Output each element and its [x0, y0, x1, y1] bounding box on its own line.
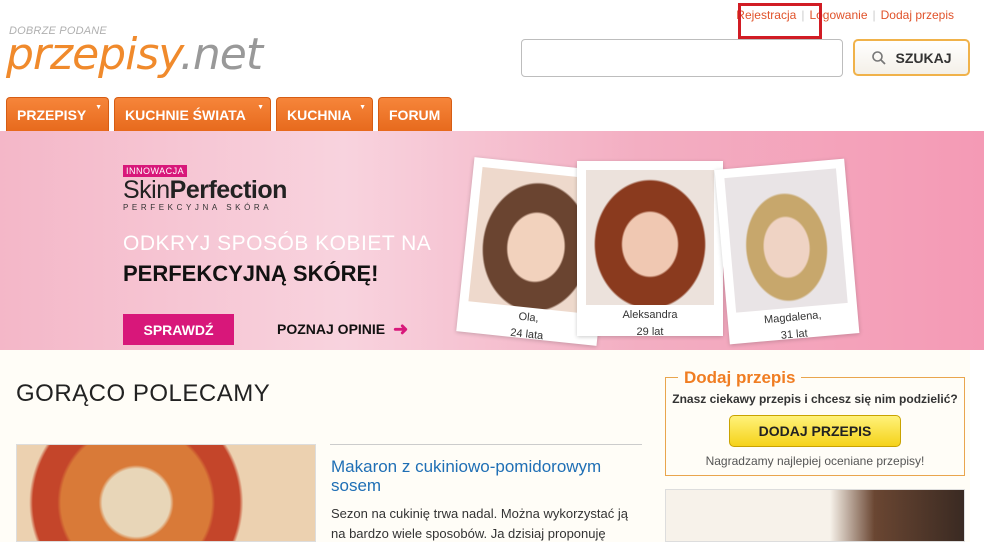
person-age: 29 lat [636, 326, 664, 338]
nav-tab-label: KUCHNIE ŚWIATA [125, 106, 246, 123]
brand-name-a: Skin [123, 176, 170, 204]
dropdown-caret-icon: ▼ [95, 104, 102, 111]
search-input[interactable] [521, 39, 843, 77]
search-button[interactable]: SZUKAJ [853, 39, 970, 76]
see-opinions-label: POZNAJ OPINIE [277, 321, 386, 337]
search-icon [872, 50, 887, 65]
search-button-label: SZUKAJ [895, 49, 952, 66]
site-header: DOBRZE PODANE przepisy.net Rejestracja |… [0, 0, 976, 131]
site-logo[interactable]: przepisy.net [6, 29, 263, 80]
person-name: Aleksandra [622, 309, 678, 321]
nav-tab-label: PRZEPISY [17, 106, 87, 123]
see-opinions-link[interactable]: POZNAJ OPINIE ➜ [277, 319, 409, 339]
check-button[interactable]: SPRAWDŹ [123, 314, 234, 345]
main-nav: PRZEPISY ▼ KUCHNIE ŚWIATA ▼ KUCHNIA ▼ FORUM [6, 97, 452, 131]
ad-banner[interactable]: INNOWACJA SkinPerfection PERFEKCYJNA SKÓ… [0, 131, 984, 350]
nav-tab-kuchnia[interactable]: KUCHNIA ▼ [276, 97, 373, 131]
brand-name-b: Perfection [169, 176, 288, 204]
add-recipe-question: Znasz ciekawy przepis i chcesz się nim p… [672, 392, 958, 406]
divider [330, 444, 642, 445]
dropdown-caret-icon: ▼ [359, 104, 366, 111]
portrait-image [586, 170, 714, 305]
banner-headline-2: PERFEKCYJNĄ SKÓRĘ! [123, 261, 379, 286]
add-recipe-note: Nagradzamy najlepiej oceniane przepisy! [705, 454, 925, 468]
recipe-excerpt: Sezon na cukinię trwa nadal. Można wykor… [331, 506, 628, 541]
nav-tab-label: KUCHNIA [287, 106, 352, 123]
dropdown-caret-icon: ▼ [257, 104, 264, 111]
recipe-title-link[interactable]: Makaron z cukiniowo-pomidorowym sosem [331, 457, 631, 495]
add-recipe-link[interactable]: Dodaj przepis [876, 8, 959, 22]
person-photo: Aleksandra 29 lat [577, 161, 723, 338]
nav-tab-przepisy[interactable]: PRZEPISY ▼ [6, 97, 109, 131]
page: DOBRZE PODANE przepisy.net Rejestracja |… [0, 0, 984, 542]
arrow-right-icon: ➜ [393, 319, 409, 339]
sidebar-promo-image[interactable] [665, 489, 965, 542]
add-recipe-button[interactable]: DODAJ PRZEPIS [729, 415, 901, 447]
nav-tab-label: FORUM [389, 106, 441, 123]
add-recipe-box: Dodaj przepis Znasz ciekawy przepis i ch… [665, 368, 965, 476]
logo-ext: .net [179, 29, 263, 80]
person-photo: Magdalena, 31 lat [714, 158, 860, 345]
highlight-box [738, 3, 822, 39]
recipe-thumbnail[interactable] [16, 444, 316, 542]
brand-name: SkinPerfection [123, 176, 287, 205]
main-content: GORĄCO POLECAMY Makaron z cukiniowo-pomi… [0, 350, 970, 542]
portrait-image [724, 168, 848, 313]
nav-tab-kuchnie-swiata[interactable]: KUCHNIE ŚWIATA ▼ [114, 97, 271, 131]
section-title: GORĄCO POLECAMY [16, 380, 271, 407]
add-recipe-box-title: Dodaj przepis [678, 368, 802, 388]
brand-subtitle: PERFEKCYJNA SKÓRA [123, 203, 273, 212]
nav-tab-forum[interactable]: FORUM [378, 97, 452, 131]
logo-main: przepisy [6, 29, 181, 80]
banner-headline-1: ODKRYJ SPOSÓB KOBIET NA [123, 232, 432, 255]
